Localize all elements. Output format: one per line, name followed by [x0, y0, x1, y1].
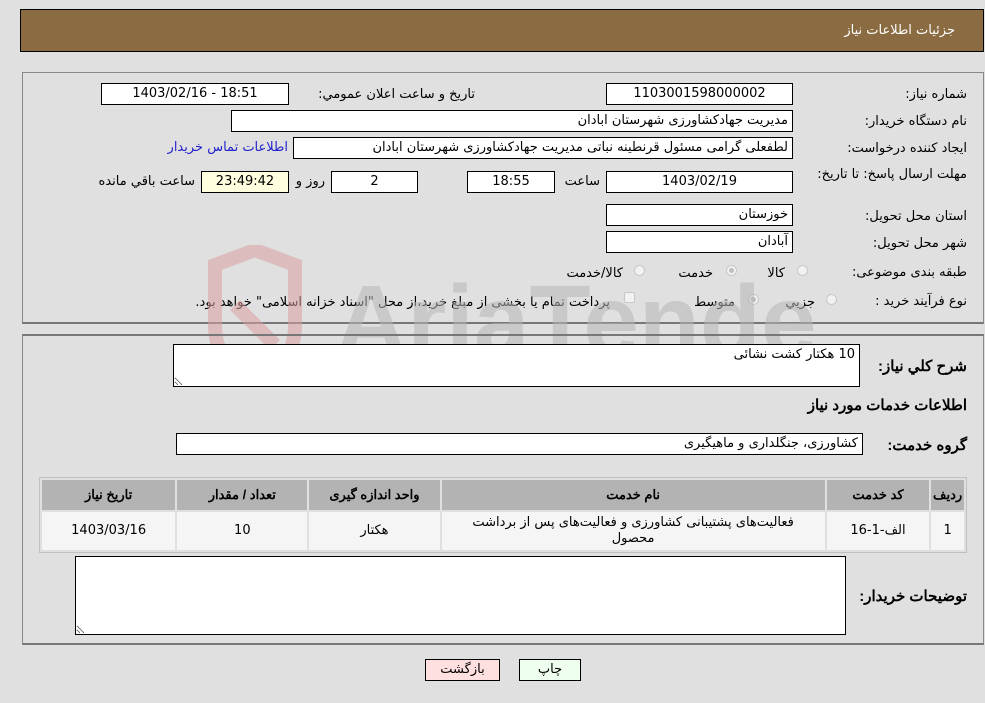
treasury-checkbox[interactable]: [624, 292, 635, 303]
col-header-service-name: نام خدمت: [441, 480, 825, 510]
deadline-date-field: 1403/02/19: [606, 171, 793, 193]
table-header-row: ردیف کد خدمت نام خدمت واحد اندازه گیری ت…: [42, 480, 964, 510]
services-table: ردیف کد خدمت نام خدمت واحد اندازه گیری ت…: [39, 477, 967, 553]
purchase-radio-minor[interactable]: [826, 294, 837, 305]
need-number-field: 1103001598000002: [606, 83, 793, 105]
creator-label: ایجاد کننده درخواست:: [847, 141, 967, 156]
purchase-radio-medium[interactable]: [748, 294, 759, 305]
province-label: استان محل تحویل:: [865, 209, 967, 224]
col-header-row-number: ردیف: [931, 480, 964, 510]
treasury-note: پرداخت تمام یا بخشی از مبلغ خرید،از محل …: [195, 295, 610, 310]
deadline-time-label: ساعت: [564, 174, 600, 189]
col-header-need-date: تاریخ نیاز: [42, 480, 176, 510]
city-label: شهر محل تحویل:: [872, 236, 967, 251]
cell-service-name: فعالیت‌های پشتیبانی کشاورزی و فعالیت‌های…: [441, 512, 825, 550]
table-row: 1 الف-1-16 فعالیت‌های پشتیبانی کشاورزی و…: [42, 512, 964, 550]
cell-unit: هکتار: [309, 512, 440, 550]
buyer-notes-label: توضیحات خریدار:: [859, 588, 967, 605]
page-title: جزئیات اطلاعات نیاز: [844, 23, 955, 38]
buyer-org-label: نام دستگاه خریدار:: [864, 114, 967, 129]
buyer-notes-textarea[interactable]: [75, 556, 846, 635]
col-header-quantity: تعداد / مقدار: [177, 480, 308, 510]
city-field: آبادان: [606, 231, 793, 253]
need-number-label: شماره نیاز:: [905, 87, 967, 102]
service-group-label: گروه خدمت:: [887, 437, 967, 454]
purchase-option-medium: متوسط: [694, 295, 735, 310]
back-button[interactable]: بازگشت: [425, 659, 500, 681]
category-radio-goods-service[interactable]: [634, 265, 645, 276]
category-label: طبقه بندی موضوعی:: [851, 265, 967, 280]
cell-need-date: 1403/03/16: [42, 512, 176, 550]
description-label: شرح کلي نیاز:: [878, 358, 967, 375]
category-option-service: خدمت: [678, 266, 713, 281]
cell-row-number: 1: [931, 512, 964, 550]
category-radio-goods[interactable]: [797, 265, 808, 276]
days-label: روز و: [295, 174, 325, 189]
col-header-service-code: کد خدمت: [826, 480, 930, 510]
announce-datetime-field: 1403/02/16 - 18:51: [101, 83, 289, 105]
buyer-contact-link[interactable]: اطلاعات تماس خریدار: [168, 140, 288, 155]
category-option-goods: کالا: [767, 266, 785, 281]
purchase-type-label: نوع فرآیند خرید :: [875, 294, 967, 309]
cell-service-code: الف-1-16: [826, 512, 930, 550]
province-field: خوزستان: [606, 204, 793, 226]
deadline-time-field: 18:55: [467, 171, 555, 193]
category-radio-service[interactable]: [726, 265, 737, 276]
description-textarea[interactable]: 10 هکتار کشت نشائی: [173, 344, 860, 387]
services-section-title: اطلاعات خدمات مورد نیاز: [807, 397, 967, 414]
remaining-days-field: 2: [331, 171, 418, 193]
deadline-label: مهلت ارسال پاسخ: تا تاریخ:: [817, 167, 967, 182]
buyer-org-field: مدیریت جهادکشاورزی شهرستان ابادان: [231, 110, 793, 132]
cell-quantity: 10: [177, 512, 308, 550]
creator-field: لطفعلی گرامی مسئول قرنطینه نباتی مدیریت …: [293, 137, 793, 159]
announce-datetime-label: تاریخ و ساعت اعلان عمومي:: [318, 87, 475, 102]
col-header-unit: واحد اندازه گیری: [309, 480, 440, 510]
purchase-option-minor: جزيي: [785, 295, 815, 310]
remaining-time-field: 23:49:42: [201, 171, 289, 193]
category-option-goods-service: کالا/خدمت: [566, 266, 623, 281]
service-group-field: کشاورزی، جنگلداری و ماهیگیری: [176, 433, 863, 455]
remaining-time-label: ساعت باقي مانده: [98, 174, 195, 189]
print-button[interactable]: چاپ: [519, 659, 581, 681]
page-header: جزئیات اطلاعات نیاز: [20, 9, 984, 52]
